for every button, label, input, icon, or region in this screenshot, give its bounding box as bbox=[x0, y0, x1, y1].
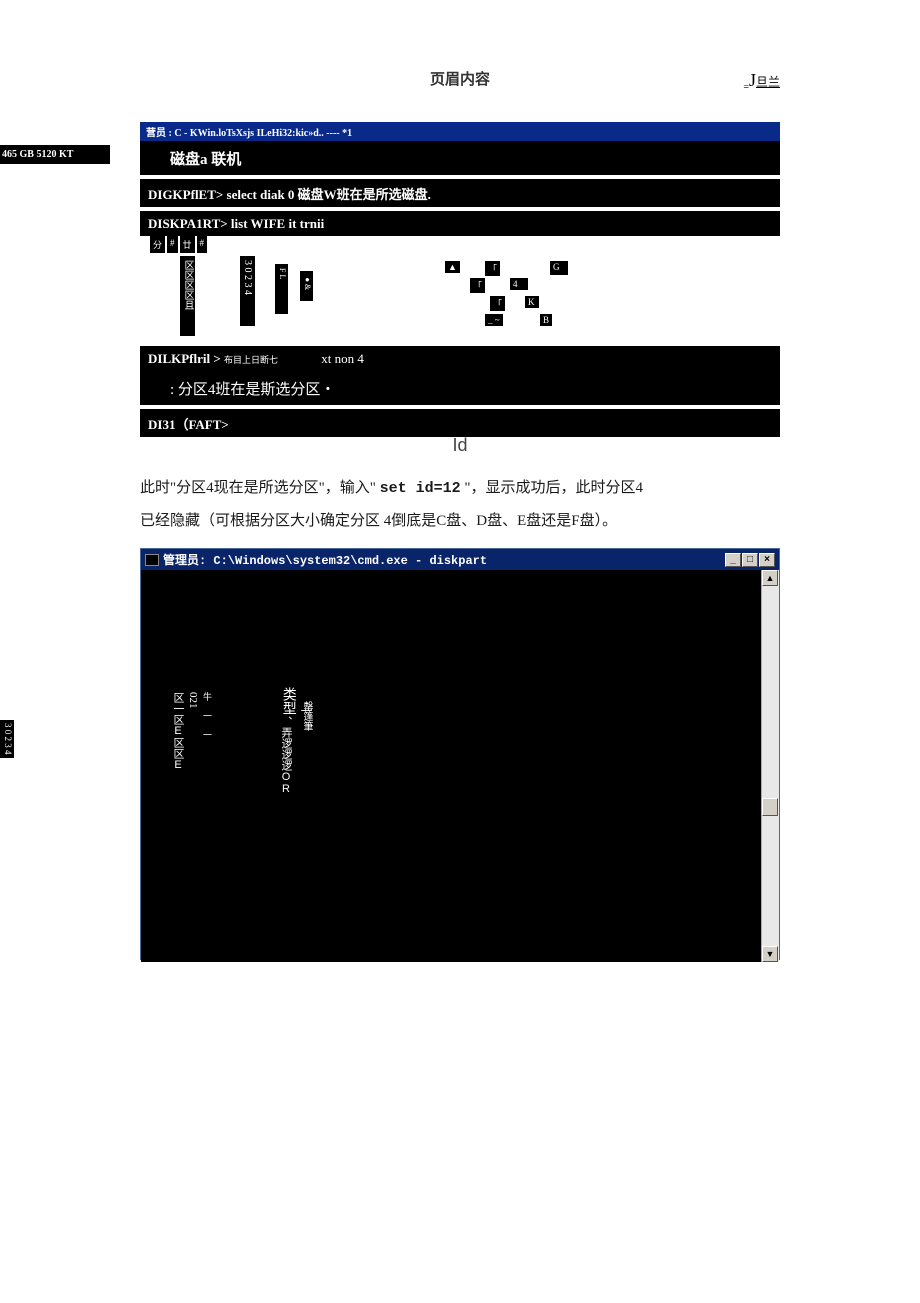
terminal1-select-row: DIGKPflET> select diak 0 磁盘W班在是所选磁盘. bbox=[140, 179, 780, 207]
body-mono-code: set id=12 bbox=[380, 480, 461, 497]
body-1b: "，显示成功后，此时分区4 bbox=[461, 480, 643, 496]
prompt: DILKPflril > bbox=[148, 351, 221, 366]
terminal2-title-text: 管理员: C:\Windows\system32\cmd.exe - diskp… bbox=[163, 551, 487, 568]
page-header-right: =J旦兰 bbox=[743, 70, 780, 93]
scroll-down-button[interactable]: ▼ bbox=[762, 946, 778, 962]
terminal1-xtnon-row: DILKPflril > 布目上日断七 xt non 4 bbox=[140, 346, 780, 371]
blob: 「 bbox=[485, 261, 500, 276]
close-button[interactable]: × bbox=[759, 553, 775, 567]
vcol-text: 牛 一 一 bbox=[201, 690, 213, 773]
terminal-window-1: 营员 : C - KWin.loTsXsjs ILeHi32:kic»d.. -… bbox=[140, 122, 780, 437]
maximize-button[interactable]: □ bbox=[742, 553, 758, 567]
terminal-window-2: 管理员: C:\Windows\system32\cmd.exe - diskp… bbox=[140, 548, 780, 960]
tab-cell: 廿 bbox=[180, 236, 195, 253]
scroll-thumb[interactable] bbox=[762, 798, 778, 816]
margin-label-top: 465 GB 5120 KT bbox=[0, 145, 110, 164]
margin-label-side: 3 0 2 3 4 bbox=[0, 720, 14, 758]
vcol-numbers: 3 0 2 3 4 bbox=[240, 256, 255, 326]
terminal2-titlebar[interactable]: 管理员: C:\Windows\system32\cmd.exe - diskp… bbox=[141, 549, 779, 570]
terminal1-partition-graphic: 分 # 廿 # 区区区区且 3 0 2 3 4 F L ●& ▲ 「 G 「 4… bbox=[140, 236, 780, 346]
window-buttons: _ □ × bbox=[725, 553, 775, 567]
vcol-text: 、弄逻逻逻OR bbox=[280, 716, 291, 795]
terminal2-vgroup-1: 区一区E区区E 021 牛 一 一 bbox=[171, 690, 213, 773]
body-1a: 此时"分区4现在是所选分区"，输入" bbox=[140, 480, 380, 496]
page-header-title: 页眉内容 bbox=[0, 68, 920, 89]
tab-cell: 分 bbox=[150, 236, 165, 253]
terminal1-disk-row: 磁盘a 联机 bbox=[140, 141, 780, 175]
terminal1-tabs: 分 # 廿 # bbox=[150, 236, 207, 253]
terminal1-titlebar: 营员 : C - KWin.loTsXsjs ILeHi32:kic»d.. -… bbox=[140, 122, 780, 141]
terminal1-selected-partition: : 分区4班在是斯选分区・ bbox=[140, 371, 780, 405]
blob: G bbox=[550, 261, 568, 275]
small-annot: 布目上日断七 bbox=[224, 355, 278, 365]
terminal2-scrollbar[interactable]: ▲ ▼ bbox=[761, 570, 779, 962]
vcol-text: 区一区E区区E bbox=[171, 690, 185, 773]
blob: _ ~ bbox=[485, 314, 503, 326]
id-label: Id bbox=[0, 435, 920, 456]
header-sub: 旦兰 bbox=[756, 75, 780, 89]
vcol-partitions: 区区区区且 bbox=[180, 256, 195, 336]
body-line-2: 已经隐藏（可根据分区大小确定分区 4倒底是C盘、D盘、E盘还是F盘）。 bbox=[140, 505, 780, 538]
blob: 「 bbox=[490, 296, 505, 311]
vcol-fl: F L bbox=[275, 264, 288, 314]
vcol-type-label: 类型 bbox=[281, 685, 298, 718]
terminal1-list-row: DISKPA1RT> list WIFE it trnii bbox=[140, 211, 780, 236]
vcol-dot: ●& bbox=[300, 271, 313, 301]
body-paragraph: 此时"分区4现在是所选分区"，输入" set id=12 "，显示成功后，此时分… bbox=[140, 472, 780, 538]
terminal1-last-prompt: DI31（FAFT> bbox=[140, 409, 780, 437]
terminal2-vgroup-2c: 、弄逻逻逻OR bbox=[280, 716, 291, 795]
blob: K bbox=[525, 296, 539, 308]
xtnon-text: xt non 4 bbox=[321, 351, 364, 366]
terminal2-vgroup-2b: 罄篷筆 bbox=[301, 701, 311, 731]
cmd-icon bbox=[145, 554, 159, 566]
blob: 「 bbox=[470, 278, 485, 293]
blob: ▲ bbox=[445, 261, 460, 273]
terminal2-body[interactable]: 区一区E区区E 021 牛 一 一 类型 一 罄篷筆 、弄逻逻逻OR bbox=[141, 570, 761, 962]
tab-cell: # bbox=[167, 236, 178, 253]
header-main-letter: J bbox=[749, 70, 756, 90]
vcol-text: 021 bbox=[186, 690, 200, 773]
vcol-text: 罄篷筆 bbox=[301, 701, 311, 731]
scroll-up-button[interactable]: ▲ bbox=[762, 570, 778, 586]
body-line-1: 此时"分区4现在是所选分区"，输入" set id=12 "，显示成功后，此时分… bbox=[140, 472, 780, 505]
blob: B bbox=[540, 314, 552, 326]
minimize-button[interactable]: _ bbox=[725, 553, 741, 567]
tab-cell: # bbox=[197, 236, 208, 253]
blob: 4 bbox=[510, 278, 528, 290]
